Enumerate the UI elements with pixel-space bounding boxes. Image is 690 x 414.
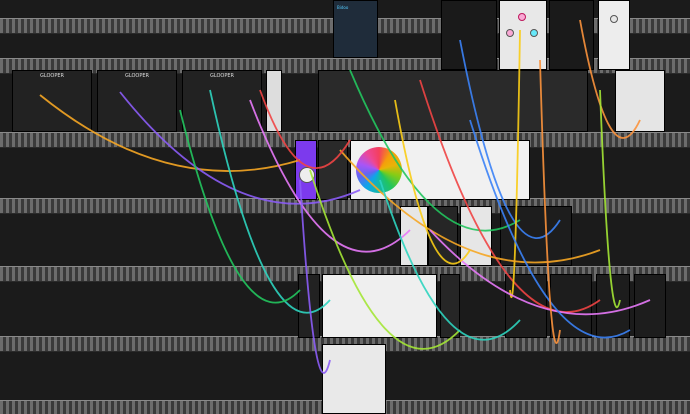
module-looper[interactable]: GLOOPER	[12, 70, 92, 132]
module-sequencer[interactable]	[350, 140, 530, 200]
module-looper[interactable]: GLOOPER	[97, 70, 177, 132]
knob[interactable]	[506, 29, 514, 37]
module-output[interactable]	[615, 70, 665, 132]
module-title: GLOOPER	[39, 73, 64, 79]
module-envelope[interactable]	[428, 206, 458, 266]
module-label: Bidoo	[337, 5, 349, 10]
module-oscillator[interactable]	[549, 0, 594, 70]
module-reverb[interactable]	[322, 344, 386, 414]
module-utility-dark[interactable]	[298, 274, 320, 338]
module-utility[interactable]	[266, 70, 282, 132]
knob[interactable]	[518, 13, 526, 21]
module-filter[interactable]	[295, 140, 317, 200]
module-envelope[interactable]	[634, 274, 666, 338]
module-looper[interactable]: GLOOPER	[182, 70, 262, 132]
module-oscillator-light[interactable]	[322, 274, 437, 338]
module-envelope[interactable]	[596, 274, 630, 338]
rail	[0, 198, 690, 214]
module-mixer[interactable]	[318, 70, 588, 132]
knob[interactable]	[530, 29, 538, 37]
module-envelope[interactable]	[505, 274, 547, 338]
module-title: GLOOPER	[124, 73, 149, 79]
module-sequencer-side[interactable]	[318, 140, 348, 200]
module-title: GLOOPER	[209, 73, 234, 79]
module-oscillator-light[interactable]	[499, 0, 547, 70]
module-oscillator[interactable]	[441, 0, 497, 70]
module-utility-dark[interactable]	[440, 274, 460, 338]
module-quantizer[interactable]	[400, 206, 428, 266]
knob[interactable]	[610, 15, 618, 23]
module-sliver[interactable]: Bidoo	[333, 0, 378, 58]
circle-of-fifths-wheel[interactable]	[356, 147, 402, 193]
module-utility[interactable]	[598, 0, 630, 70]
knob[interactable]	[299, 167, 315, 183]
module-vca[interactable]	[460, 206, 492, 266]
module-envelope[interactable]	[550, 274, 592, 338]
module-envelope[interactable]	[500, 206, 572, 266]
rack-canvas[interactable]: Bidoo GLOOPER GLOOPER GLOOPER	[0, 0, 690, 414]
